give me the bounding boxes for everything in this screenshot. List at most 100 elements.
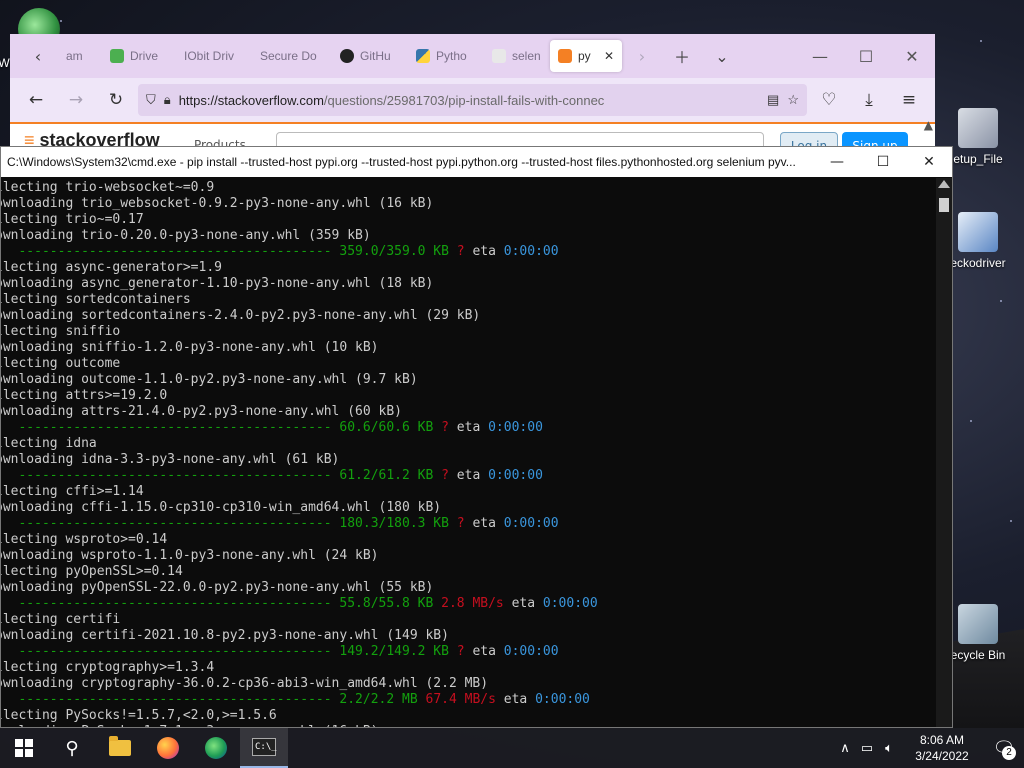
output-line: llecting attrs>=19.2.0 <box>1 388 168 403</box>
eta-value: 0:00:00 <box>535 692 590 707</box>
downloads-icon[interactable]: ⤓ <box>851 84 887 116</box>
clock-date: 3/24/2022 <box>915 749 969 763</box>
progress-bar: ---------------------------------------- <box>18 420 332 435</box>
scroll-up-arrow-icon[interactable] <box>938 180 950 188</box>
url-path: /questions/25981703/pip-install-fails-wi… <box>323 92 605 108</box>
cmd-close-icon[interactable]: ✕ <box>906 147 952 177</box>
back-icon[interactable]: ← <box>18 84 54 116</box>
tab-label: selen <box>512 49 541 63</box>
tab-drive[interactable]: Drive <box>102 40 176 72</box>
tabs-scroll-left-icon[interactable]: ‹ <box>18 40 58 72</box>
search-button[interactable]: ⚲ <box>48 728 96 768</box>
reader-view-icon[interactable]: ▤ <box>767 92 779 108</box>
output-line: ownloading pyOpenSSL-22.0.0-py2.py3-none… <box>1 580 434 595</box>
download-size: 60.6/60.6 KB <box>339 420 434 435</box>
close-icon[interactable]: ✕ <box>889 40 935 72</box>
progress-bar: ---------------------------------------- <box>18 516 332 531</box>
tab-label: Pytho <box>436 49 467 63</box>
volume-icon[interactable]: 🔈︎ <box>878 740 900 756</box>
lock-icon[interactable]: 🔒︎ <box>164 92 171 108</box>
output-line: ownloading PySocks-1.7.1-py3-none-any.wh… <box>1 724 936 727</box>
recycle-bin-icon <box>958 604 998 644</box>
progress-bar: ---------------------------------------- <box>18 596 332 611</box>
firefox-button[interactable] <box>144 728 192 768</box>
cmd-title: C:\Windows\System32\cmd.exe - pip instal… <box>7 155 796 169</box>
cmd-titlebar[interactable]: C:\Windows\System32\cmd.exe - pip instal… <box>1 147 952 177</box>
google-drive-icon <box>110 49 124 63</box>
tab-secure-doc[interactable]: Secure Do <box>252 40 332 72</box>
start-button[interactable] <box>0 728 48 768</box>
progress-line: ----------------------------------------… <box>1 516 936 532</box>
reload-icon[interactable]: ↻ <box>98 84 134 116</box>
output-line: ownloading trio-0.20.0-py3-none-any.whl … <box>1 228 371 243</box>
taskbar: ⚲ C:\_ ∧ ▭ 🔈︎ 8:06 AM 3/24/2022 🗨︎ 2 <box>0 728 1024 768</box>
output-line: llecting pyOpenSSL>=0.14 <box>1 564 183 579</box>
address-bar[interactable]: ⛉ 🔒︎ https://stackoverflow.com/questions… <box>138 84 807 116</box>
tabs-scroll-right-icon[interactable]: › <box>622 40 662 72</box>
maximize-icon[interactable]: ☐ <box>843 40 889 72</box>
terminal-icon: C:\_ <box>252 738 277 756</box>
minimize-icon[interactable]: — <box>797 40 843 72</box>
output-line: llecting wsproto>=0.14 <box>1 532 168 547</box>
output-line: ownloading certifi-2021.10.8-py2.py3-non… <box>1 628 449 643</box>
tab-label: GitHu <box>360 49 391 63</box>
tab-stackoverflow[interactable]: py ✕ <box>550 40 622 72</box>
tab-github[interactable]: GitHu <box>332 40 408 72</box>
edge-button[interactable] <box>192 728 240 768</box>
output-line: ownloading trio_websocket-0.9.2-py3-none… <box>1 196 434 211</box>
output-line: ownloading async_generator-1.10-py3-none… <box>1 276 434 291</box>
tab-label: Drive <box>130 49 159 63</box>
download-speed: ? <box>441 468 449 483</box>
tab-label: IObit Driv <box>184 49 235 63</box>
cmd-taskbar-button[interactable]: C:\_ <box>240 728 288 768</box>
output-line: llecting cryptography>=1.3.4 <box>1 660 215 675</box>
cmd-window: C:\Windows\System32\cmd.exe - pip instal… <box>0 146 953 728</box>
progress-line: ----------------------------------------… <box>1 596 936 612</box>
forward-icon[interactable]: → <box>58 84 94 116</box>
tab-iobit[interactable]: IObit Driv <box>176 40 252 72</box>
download-size: 61.2/61.2 KB <box>339 468 434 483</box>
scroll-thumb[interactable] <box>939 198 949 212</box>
pocket-icon[interactable]: ♡ <box>811 84 847 116</box>
eta-label: eta <box>456 420 481 435</box>
cmd-minimize-icon[interactable]: — <box>814 147 860 177</box>
output-line: ownloading sniffio-1.2.0-py3-none-any.wh… <box>1 340 379 355</box>
eta-value: 0:00:00 <box>503 644 559 659</box>
edge-icon <box>205 737 227 759</box>
download-size: 55.8/55.8 KB <box>339 596 434 611</box>
python-icon <box>416 49 430 63</box>
output-line: ownloading wsproto-1.1.0-py3-none-any.wh… <box>1 548 379 563</box>
cmd-scrollbar[interactable] <box>936 178 952 727</box>
network-icon[interactable]: ▭ <box>856 740 878 756</box>
tab-selenium[interactable]: selen <box>484 40 550 72</box>
output-line: llecting PySocks!=1.5.7,<2.0,>=1.5.6 <box>1 708 277 723</box>
tab-python[interactable]: Pytho <box>408 40 484 72</box>
output-line: ownloading outcome-1.1.0-py2.py3-none-an… <box>1 372 418 387</box>
list-tabs-icon[interactable]: ⌄ <box>702 40 742 72</box>
tab-label: am <box>66 49 83 63</box>
output-line: llecting outcome <box>1 356 121 371</box>
file-explorer-button[interactable] <box>96 728 144 768</box>
setup-file-icon <box>958 108 998 148</box>
menu-icon[interactable]: ≡ <box>891 84 927 116</box>
close-tab-icon[interactable]: ✕ <box>604 49 614 63</box>
system-tray: ∧ ▭ 🔈︎ 8:06 AM 3/24/2022 🗨︎ 2 <box>834 728 1024 768</box>
chevron-up-icon[interactable]: ∧ <box>834 740 856 756</box>
clock-time: 8:06 AM <box>919 733 965 747</box>
shield-icon[interactable]: ⛉ <box>146 92 156 108</box>
desktop-icon-label: etup_File <box>953 152 1003 166</box>
eta-label: eta <box>472 516 496 531</box>
terminal-output[interactable]: llecting trio-websocket~=0.9 ownloading t… <box>1 178 936 727</box>
download-size: 149.2/149.2 KB <box>339 644 449 659</box>
clock[interactable]: 8:06 AM 3/24/2022 <box>904 732 980 764</box>
cmd-maximize-icon[interactable]: ☐ <box>860 147 906 177</box>
bookmark-star-icon[interactable]: ☆ <box>787 92 799 108</box>
github-icon <box>340 49 354 63</box>
new-tab-icon[interactable]: ＋ <box>662 40 702 72</box>
scroll-up-icon[interactable]: ▲ <box>924 118 933 132</box>
tab-partial[interactable]: am <box>58 40 102 72</box>
eta-label: eta <box>472 244 496 259</box>
notifications-button[interactable]: 🗨︎ 2 <box>984 728 1024 768</box>
output-line: llecting cffi>=1.14 <box>1 484 144 499</box>
output-line: ownloading cryptography-36.0.2-cp36-abi3… <box>1 676 489 691</box>
